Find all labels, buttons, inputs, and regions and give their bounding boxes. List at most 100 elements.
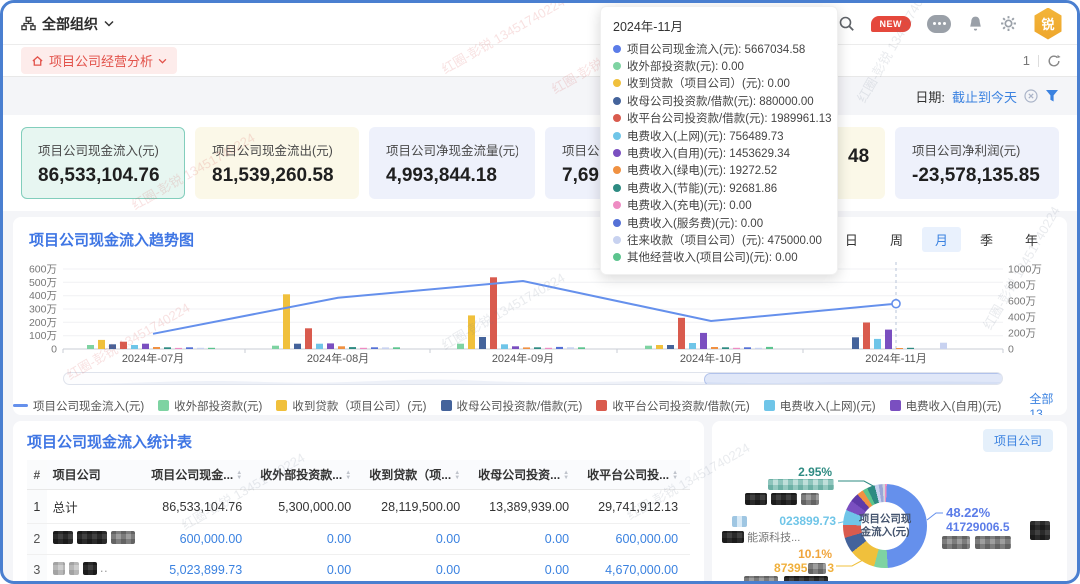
table-header-3[interactable]: 收外部投资款...▲▼	[254, 460, 363, 490]
tooltip-row-text: 电费收入(服务费)(元): 0.00	[627, 215, 763, 231]
legend-item[interactable]: 电费收入(上网)(元)	[764, 398, 876, 414]
series-dot	[613, 45, 621, 53]
svg-text:100万: 100万	[29, 330, 57, 342]
trend-chart[interactable]: 600万500万400万300万200万100万01000万800万600万40…	[13, 252, 1067, 371]
redacted-name-row	[745, 493, 819, 505]
tooltip-row: 收到贷款（项目公司）(元): 0.00	[613, 75, 825, 92]
kpi-label: 项目公司净现金流量(元)	[386, 140, 518, 159]
datazoom-selection[interactable]	[704, 373, 1003, 385]
table-header-4[interactable]: 收到贷款（项...▲▼	[363, 460, 472, 490]
value-cell: 5,300,000.00	[254, 490, 363, 524]
legend-item[interactable]: 电费收入(自用)(元)	[890, 398, 1002, 414]
legend-line-symbol	[13, 404, 28, 407]
redacted-block	[1030, 521, 1050, 540]
legend-item[interactable]: 收到贷款（项目公司）(元)	[276, 398, 426, 414]
tooltip-row-text: 电费收入(充电)(元): 0.00	[627, 197, 752, 213]
value-cell: 0.00	[254, 524, 363, 555]
legend-label: 电费收入(自用)(元)	[906, 398, 1002, 414]
tooltip-row: 电费收入(充电)(元): 0.00	[613, 197, 825, 214]
donut-label-blue-value: 41729006.5	[946, 520, 1009, 534]
row-index: 1	[27, 490, 47, 524]
series-dot	[613, 166, 621, 174]
legend-item[interactable]: 收平台公司投资款/借款(元)	[596, 398, 749, 414]
period-tab[interactable]: 季	[967, 227, 1006, 252]
series-dot	[613, 149, 621, 157]
redacted-value	[768, 479, 834, 490]
svg-text:2024年-09月: 2024年-09月	[492, 351, 554, 365]
datazoom-slider[interactable]	[63, 372, 1003, 385]
sort-carets-icon[interactable]: ▲▼	[563, 471, 569, 481]
svg-text:300万: 300万	[29, 304, 57, 316]
legend-item[interactable]: 项目公司现金流入(元)	[13, 398, 144, 414]
dashboard-page: 全部组织 案中心 NEW 锐 项目公司经营分析 1 日期: 截止到今天	[0, 0, 1080, 584]
kpi-card[interactable]: 项目公司净利润(元)-23,578,135.85	[895, 127, 1059, 199]
donut-label-sky-name-row: 能源科技...	[722, 529, 800, 545]
sort-carets-icon[interactable]: ▲▼	[236, 471, 242, 481]
table-row[interactable]: 3··5,023,899.730.000.000.004,670,000.00	[27, 555, 690, 584]
redacted-name	[77, 531, 107, 544]
refresh-icon[interactable]	[1047, 54, 1061, 68]
org-selector[interactable]: 全部组织	[21, 14, 114, 34]
scope-tag[interactable]: 项目公司	[983, 429, 1053, 452]
sort-carets-icon[interactable]: ▲▼	[672, 471, 678, 481]
svg-text:0: 0	[1008, 344, 1014, 356]
kpi-card[interactable]: 项目公司净现金流量(元)4,993,844.18	[369, 127, 535, 199]
table-header-6[interactable]: 收平台公司投...▲▼	[581, 460, 690, 490]
close-circle-icon[interactable]	[1024, 89, 1038, 103]
legend-item[interactable]: 收母公司投资款/借款(元)	[441, 398, 583, 414]
company-name-cell	[47, 524, 146, 555]
period-tabs: 日周月季年	[832, 227, 1051, 252]
legend-label: 收到贷款（项目公司）(元)	[292, 398, 426, 414]
series-dot	[613, 62, 621, 70]
date-filter-value[interactable]: 截止到今天	[952, 87, 1017, 106]
kpi-label: 项目公司净利润(元)	[912, 140, 1042, 159]
redacted-name-row	[942, 536, 1011, 549]
svg-text:600万: 600万	[1008, 296, 1036, 308]
donut-label-blue-pct: 48.22%	[946, 505, 990, 520]
redacted-name	[83, 562, 97, 575]
bell-icon[interactable]	[967, 15, 984, 33]
trend-card: 项目公司现金流入趋势图 日周月季年 600万500万400万300万200万10…	[13, 217, 1067, 415]
series-dot	[613, 114, 621, 122]
svg-text:2024年-11月: 2024年-11月	[865, 351, 927, 365]
gear-icon[interactable]	[1000, 15, 1017, 32]
tooltip-row-text: 收平台公司投资款/借款(元): 1989961.13	[627, 110, 832, 126]
period-tab[interactable]: 年	[1012, 227, 1051, 252]
donut-center-label: 项目公司现 金流入(元)	[861, 502, 909, 550]
redacted-name	[53, 562, 65, 575]
series-dot	[613, 79, 621, 87]
legend-item[interactable]: 收外部投资款(元)	[158, 398, 262, 414]
sort-carets-icon[interactable]: ▲▼	[345, 471, 351, 481]
donut-label-teal-pct: 2.95%	[770, 465, 832, 479]
value-cell: 600,000.00	[145, 524, 254, 555]
row-index: 3	[27, 555, 47, 584]
kpi-card[interactable]: 项目公司现金流入(元)86,533,104.76	[21, 127, 185, 199]
period-tab[interactable]: 月	[922, 227, 961, 252]
table-header-2[interactable]: 项目公司现金...▲▼	[145, 460, 254, 490]
new-badge[interactable]: NEW	[871, 16, 912, 32]
search-icon[interactable]	[838, 15, 855, 32]
tooltip-row-text: 项目公司现金流入(元): 5667034.58	[627, 41, 805, 57]
funnel-icon[interactable]	[1045, 89, 1059, 103]
tooltip-row-text: 往来收款（项目公司）(元): 475000.00	[627, 232, 822, 248]
tooltip-row-text: 电费收入(自用)(元): 1453629.34	[627, 145, 790, 161]
table-row[interactable]: 2600,000.000.000.000.00600,000.00	[27, 524, 690, 555]
breadcrumb[interactable]: 项目公司经营分析	[21, 47, 177, 74]
legend-show-all-link[interactable]: 全部 13	[1029, 390, 1067, 415]
avatar[interactable]: 锐	[1033, 8, 1063, 40]
table-row[interactable]: 1总计86,533,104.765,300,000.0028,119,500.0…	[27, 490, 690, 524]
donut-label-sky-value: 023899.73	[748, 514, 836, 528]
trend-title: 项目公司现金流入趋势图	[29, 229, 194, 250]
value-cell: 0.00	[363, 524, 472, 555]
svg-text:400万: 400万	[29, 290, 57, 302]
period-tab[interactable]: 周	[877, 227, 916, 252]
sort-carets-icon[interactable]: ▲▼	[454, 471, 460, 481]
kpi-value: 81,539,260.58	[212, 165, 342, 187]
tooltip-row: 电费收入(绿电)(元): 19272.52	[613, 162, 825, 179]
kpi-card[interactable]: 项目公司现金流出(元)81,539,260.58	[195, 127, 359, 199]
donut-label-orange-pct: 10.1%	[776, 547, 832, 561]
svg-text:200万: 200万	[29, 317, 57, 329]
message-bubble-icon[interactable]	[927, 15, 951, 33]
value-cell: 600,000.00	[581, 524, 690, 555]
table-header-5[interactable]: 收母公司投资...▲▼	[472, 460, 581, 490]
